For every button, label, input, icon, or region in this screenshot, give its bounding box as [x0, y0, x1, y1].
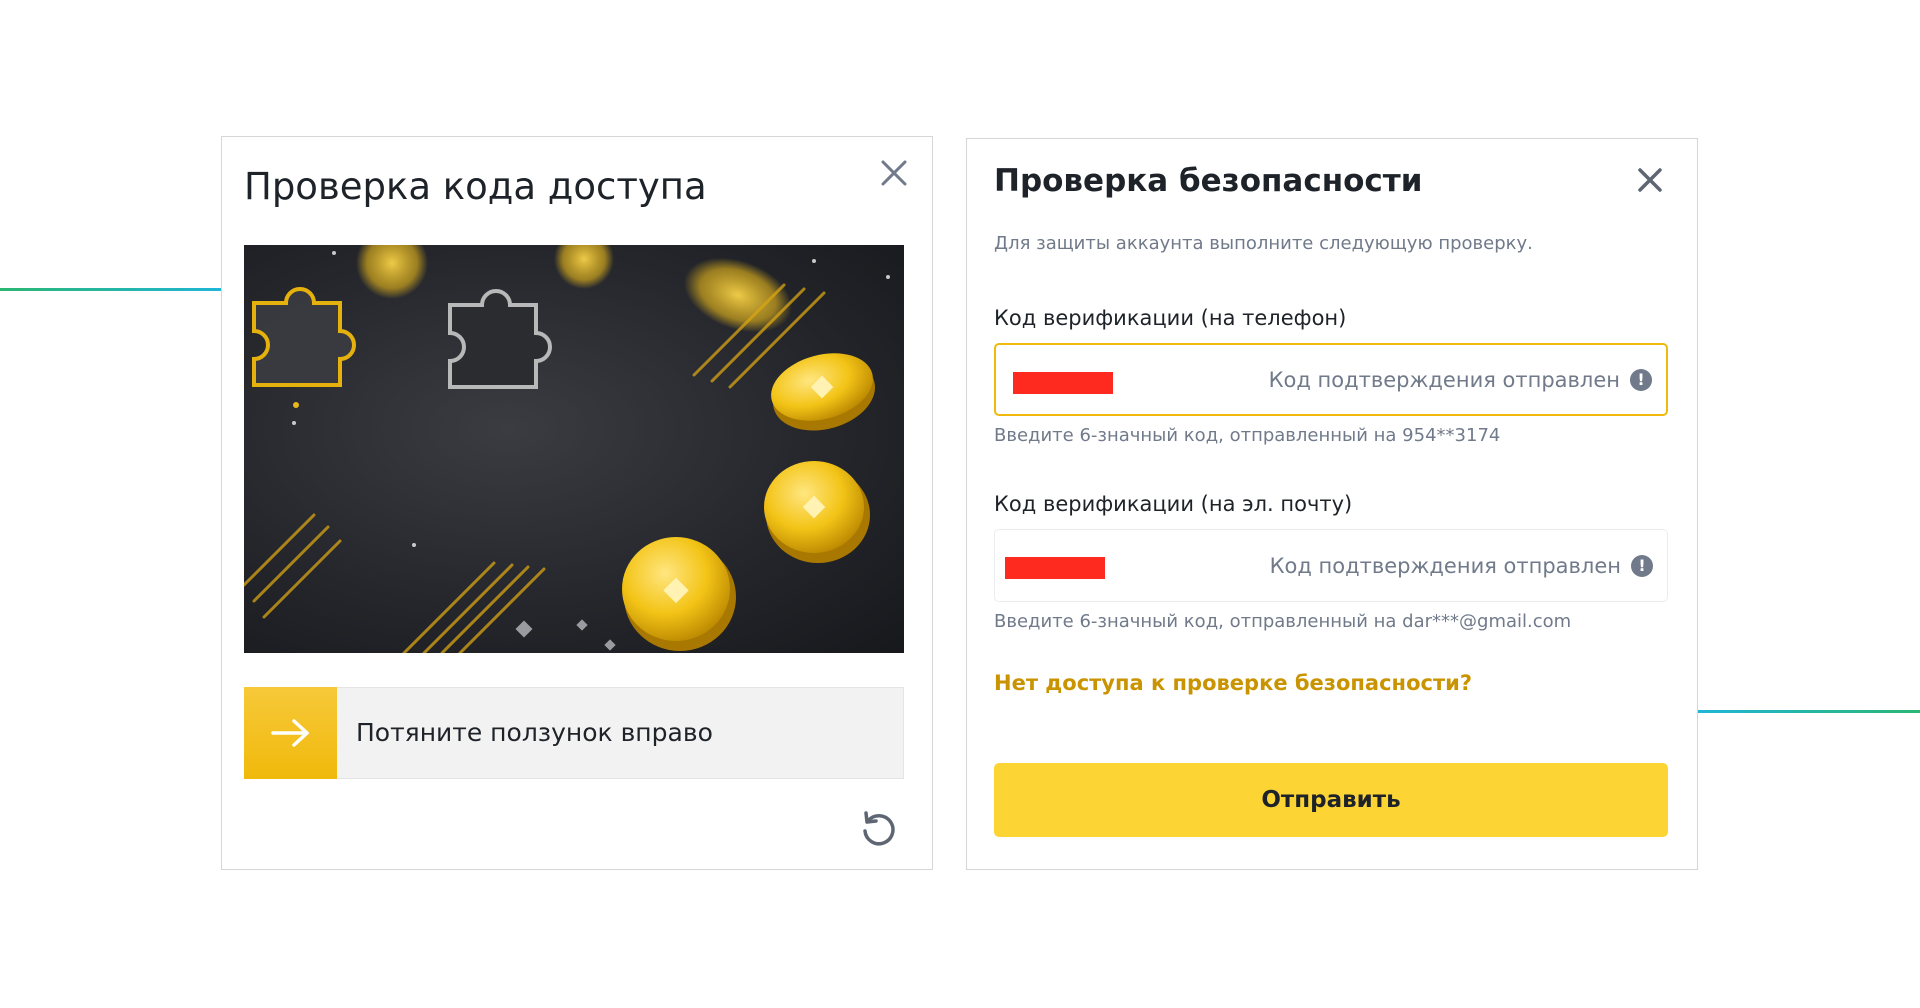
email-code-label: Код верификации (на эл. почту) — [994, 492, 1353, 516]
email-code-input[interactable]: Код подтверждения отправлен ! — [994, 529, 1668, 602]
submit-button[interactable]: Отправить — [994, 763, 1668, 837]
captcha-title: Проверка кода доступа — [244, 165, 707, 208]
info-icon: ! — [1631, 554, 1653, 577]
captcha-puzzle-image — [244, 245, 904, 653]
arrow-right-icon — [270, 719, 309, 747]
phone-code-label: Код верификации (на телефон) — [994, 306, 1347, 330]
email-code-hint: Введите 6-значный код, отправленный на d… — [994, 611, 1572, 632]
redacted-email-code — [1005, 557, 1105, 579]
redacted-phone-code — [1013, 372, 1113, 394]
security-title: Проверка безопасности — [994, 163, 1423, 199]
slider-track: Потяните ползунок вправо — [244, 687, 904, 779]
captcha-dialog: Проверка кода доступа Потяните ползунок … — [221, 136, 933, 870]
close-icon[interactable] — [1633, 163, 1667, 197]
refresh-icon[interactable] — [858, 809, 898, 849]
info-icon: ! — [1630, 368, 1652, 391]
security-dialog: Проверка безопасности Для защиты аккаунт… — [966, 138, 1698, 870]
close-icon[interactable] — [876, 155, 912, 191]
slider-handle[interactable] — [244, 687, 337, 779]
email-code-status: Код подтверждения отправлен — [1269, 553, 1621, 578]
phone-code-status: Код подтверждения отправлен — [1268, 367, 1620, 392]
no-access-link[interactable]: Нет доступа к проверке безопасности? — [994, 671, 1472, 695]
decorative-line-left — [0, 288, 221, 291]
slider-label: Потяните ползунок вправо — [356, 718, 713, 747]
security-subtitle: Для защиты аккаунта выполните следующую … — [994, 233, 1533, 254]
phone-code-hint: Введите 6-значный код, отправленный на 9… — [994, 425, 1501, 446]
phone-code-input[interactable]: Код подтверждения отправлен ! — [994, 343, 1668, 416]
decorative-line-right — [1697, 710, 1920, 713]
